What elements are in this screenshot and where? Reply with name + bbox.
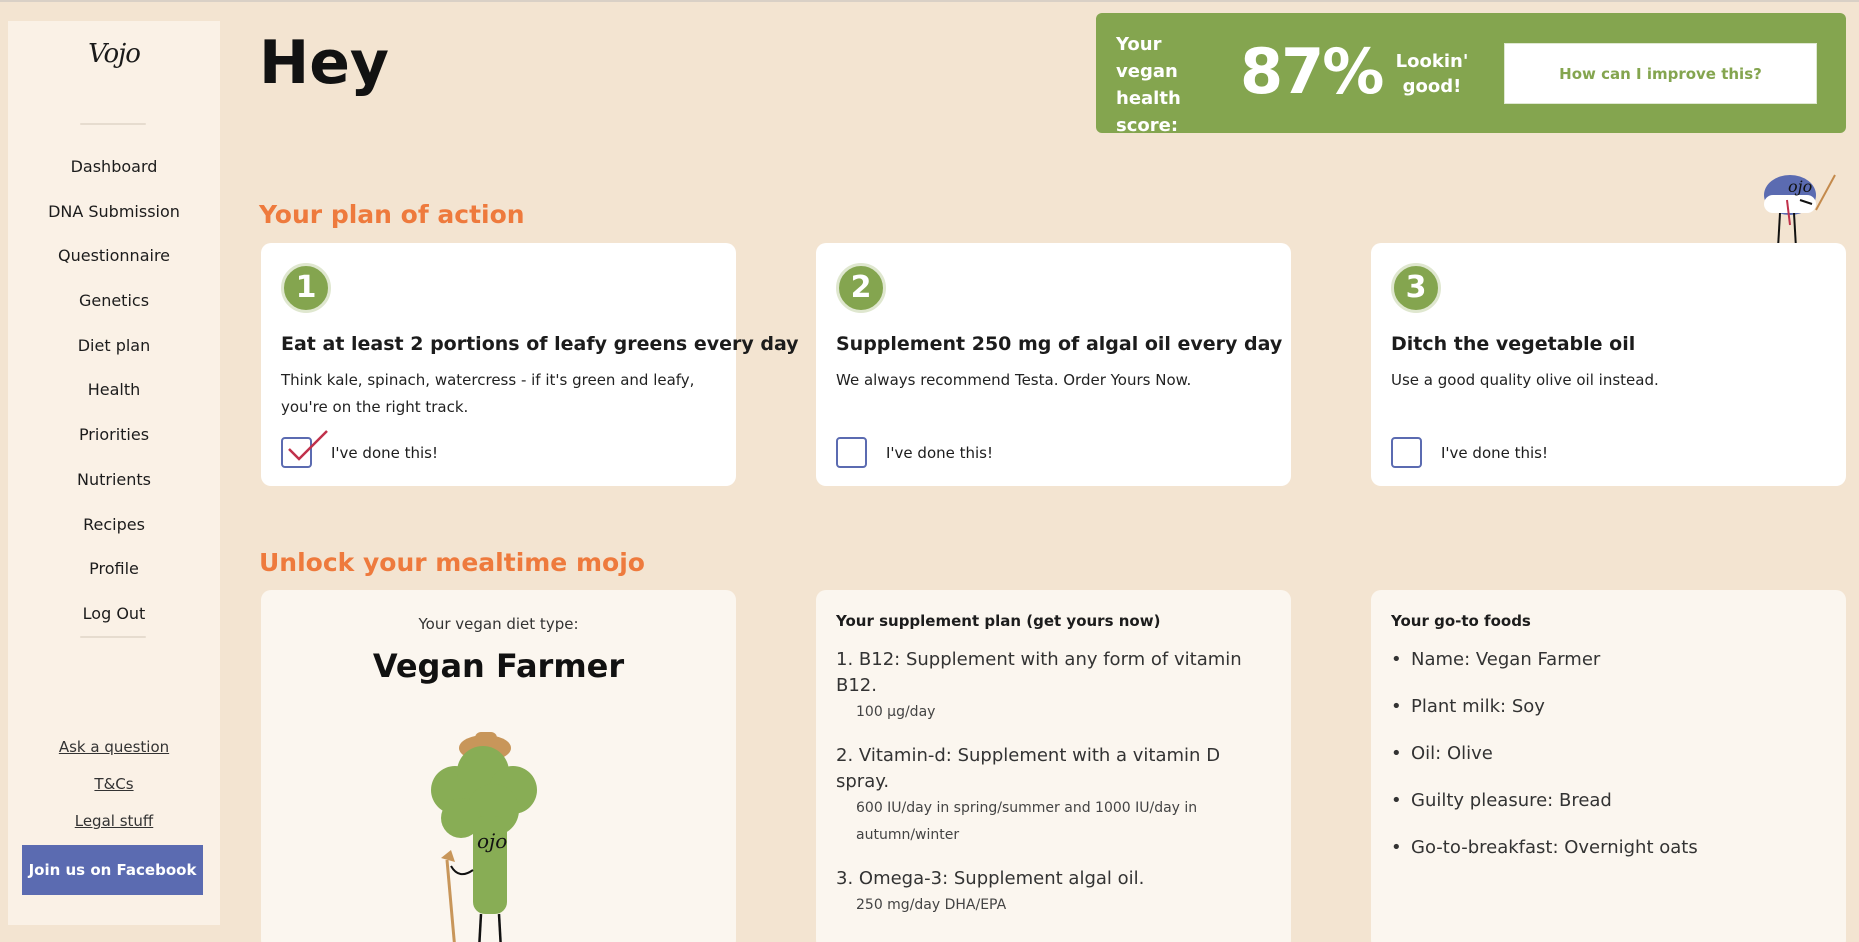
ask-question-link[interactable]: Ask a question bbox=[8, 729, 220, 766]
plan-section-title: Your plan of action bbox=[259, 200, 525, 229]
score-value: 87% bbox=[1240, 35, 1384, 108]
sidebar-item-dashboard[interactable]: Dashboard bbox=[8, 145, 220, 190]
diet-type-label: Your vegan diet type: bbox=[418, 615, 579, 633]
diet-type-value: Vegan Farmer bbox=[372, 647, 625, 685]
improve-score-button[interactable]: How can I improve this? bbox=[1504, 43, 1817, 104]
sidebar-item-priorities[interactable]: Priorities bbox=[8, 413, 220, 458]
go-to-foods-card: Your go-to foods Name: Vegan Farmer Plan… bbox=[1371, 590, 1846, 942]
supplement-text: Vitamin-d: Supplement with a vitamin D s… bbox=[836, 745, 1221, 792]
supplement-dose: 100 µg/day bbox=[856, 704, 936, 720]
sidebar-item-recipes[interactable]: Recipes bbox=[8, 503, 220, 548]
supplement-plan-heading[interactable]: Your supplement plan (get yours now) bbox=[836, 612, 1160, 630]
checkbox-label: I've done this! bbox=[886, 444, 994, 462]
legal-link[interactable]: Legal stuff bbox=[8, 803, 220, 840]
svg-text:ojo: ojo bbox=[1788, 177, 1812, 196]
action-card-2: 2 Supplement 250 mg of algal oil every d… bbox=[816, 243, 1291, 486]
action-title: Supplement 250 mg of algal oil every day bbox=[836, 333, 1283, 355]
sidebar-item-dna-submission[interactable]: DNA Submission bbox=[8, 190, 220, 235]
list-number: 2. bbox=[836, 745, 859, 766]
step-number: 3 bbox=[1391, 263, 1441, 313]
page-title: Hey bbox=[259, 28, 390, 98]
list-item: Name: Vegan Farmer bbox=[1391, 647, 1831, 694]
supplement-dose: 250 mg/day DHA/EPA bbox=[856, 897, 1007, 913]
facebook-button[interactable]: Join us on Facebook bbox=[22, 845, 203, 895]
broccoli-farmer-illustration: ojo bbox=[431, 732, 537, 942]
action-description: Think kale, spinach, watercress - if it'… bbox=[281, 371, 695, 416]
sidebar-item-genetics[interactable]: Genetics bbox=[8, 279, 220, 324]
done-checkbox[interactable] bbox=[1391, 437, 1422, 468]
health-score-card: Your vegan health score: 87% Lookin' goo… bbox=[1096, 13, 1846, 136]
action-title: Ditch the vegetable oil bbox=[1391, 333, 1636, 355]
supplement-list: 1. B12: Supplement with any form of vita… bbox=[836, 647, 1276, 936]
svg-text:ojo: ojo bbox=[477, 829, 507, 853]
list-item: Guilty pleasure: Bread bbox=[1391, 788, 1831, 835]
food-list: Name: Vegan Farmer Plant milk: Soy Oil: … bbox=[1391, 647, 1831, 882]
check-icon bbox=[288, 430, 328, 461]
terms-link[interactable]: T&Cs bbox=[8, 766, 220, 803]
list-number: 3. bbox=[836, 868, 859, 889]
supplement-plan-card: Your supplement plan (get yours now) 1. … bbox=[816, 590, 1291, 942]
sidebar-item-nutrients[interactable]: Nutrients bbox=[8, 458, 220, 503]
list-item: Go-to-breakfast: Overnight oats bbox=[1391, 835, 1831, 882]
score-label: Your vegan health score: bbox=[1116, 34, 1181, 136]
action-card-3: 3 Ditch the vegetable oil Use a good qua… bbox=[1371, 243, 1846, 486]
step-number: 1 bbox=[281, 263, 331, 313]
action-title: Eat at least 2 portions of leafy greens … bbox=[281, 333, 799, 355]
sidebar-divider bbox=[80, 123, 146, 125]
supplement-dose: 600 IU/day in spring/summer and 1000 IU/… bbox=[856, 800, 1198, 843]
diet-type-card: Your vegan diet type: Vegan Farmer ojo bbox=[261, 590, 736, 942]
top-border bbox=[0, 0, 1859, 2]
checkbox-label: I've done this! bbox=[1441, 444, 1549, 462]
sidebar-item-profile[interactable]: Profile bbox=[8, 547, 220, 592]
list-item: Plant milk: Soy bbox=[1391, 694, 1831, 741]
list-item: Oil: Olive bbox=[1391, 741, 1831, 788]
list-number: 1. bbox=[836, 649, 859, 670]
done-checkbox[interactable] bbox=[836, 437, 867, 468]
sidebar-nav: Dashboard DNA Submission Questionnaire G… bbox=[8, 145, 220, 637]
sidebar-item-questionnaire[interactable]: Questionnaire bbox=[8, 234, 220, 279]
action-card-1: 1 Eat at least 2 portions of leafy green… bbox=[261, 243, 799, 486]
go-to-foods-heading: Your go-to foods bbox=[1391, 612, 1531, 630]
list-item: 1. B12: Supplement with any form of vita… bbox=[836, 647, 1276, 726]
sidebar-links: Ask a question T&Cs Legal stuff bbox=[8, 729, 220, 840]
score-message: Lookin' good! bbox=[1395, 51, 1469, 97]
action-description: We always recommend Testa. Order Yours N… bbox=[836, 371, 1192, 389]
supplement-text: Omega-3: Supplement algal oil. bbox=[858, 868, 1145, 889]
vojo-logo[interactable]: Vojo bbox=[8, 39, 220, 69]
mealtime-section-title: Unlock your mealtime mojo bbox=[259, 548, 645, 577]
sidebar-divider bbox=[80, 636, 146, 638]
list-item: 3. Omega-3: Supplement algal oil. 250 mg… bbox=[836, 866, 1276, 919]
sidebar-item-health[interactable]: Health bbox=[8, 368, 220, 413]
step-number: 2 bbox=[836, 263, 886, 313]
action-description: Use a good quality olive oil instead. bbox=[1391, 371, 1659, 389]
supplement-text: B12: Supplement with any form of vitamin… bbox=[836, 649, 1242, 696]
sidebar-item-diet-plan[interactable]: Diet plan bbox=[8, 324, 220, 369]
sidebar-item-log-out[interactable]: Log Out bbox=[8, 592, 220, 637]
list-item: 2. Vitamin-d: Supplement with a vitamin … bbox=[836, 743, 1276, 849]
sidebar: Vojo Dashboard DNA Submission Questionna… bbox=[8, 21, 220, 925]
done-checkbox[interactable] bbox=[281, 430, 328, 468]
checkbox-label: I've done this! bbox=[331, 444, 439, 462]
